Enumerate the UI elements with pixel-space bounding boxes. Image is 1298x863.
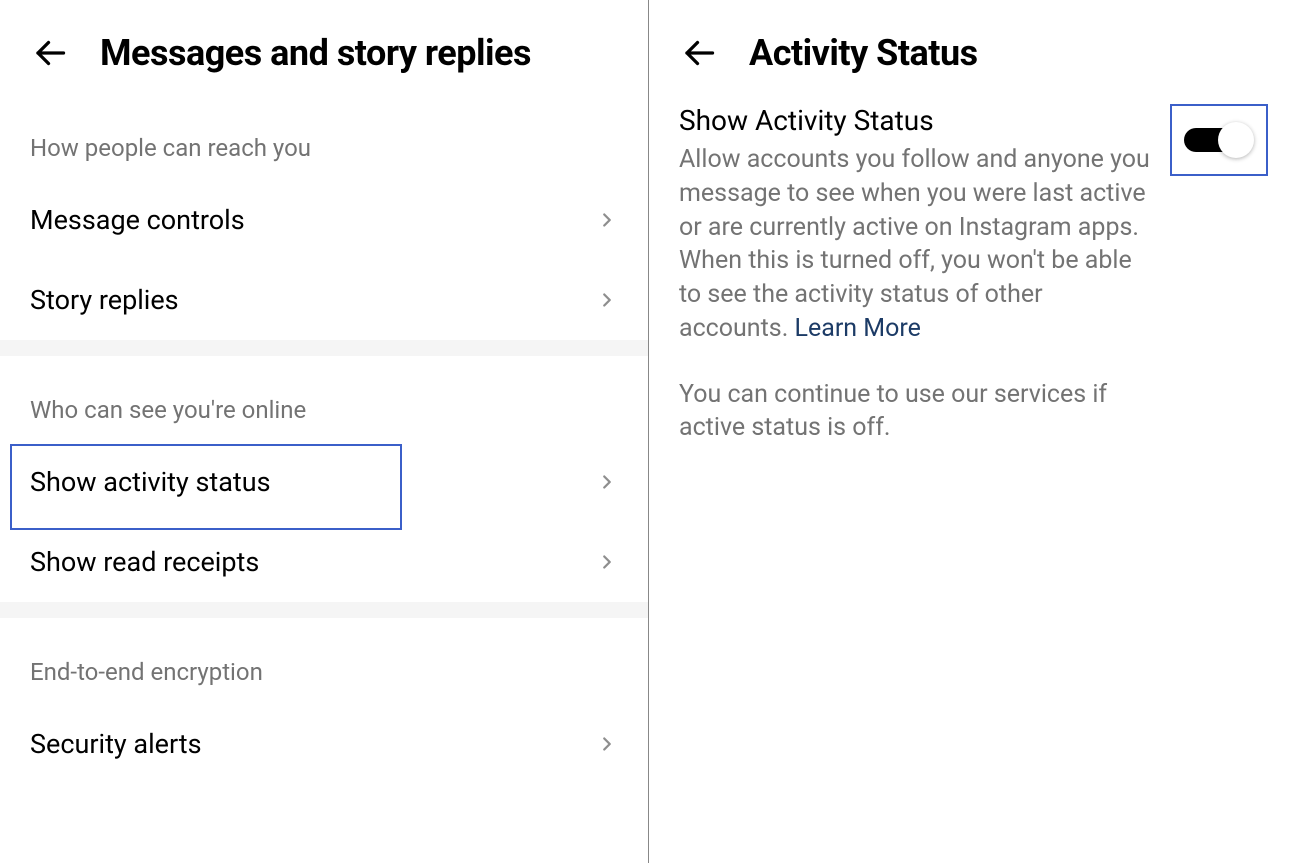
back-button-right[interactable] xyxy=(679,33,719,73)
activity-status-panel: Activity Status Show Activity Status All… xyxy=(649,0,1298,863)
right-panel-title: Activity Status xyxy=(749,32,978,74)
menu-item-show-read-receipts[interactable]: Show read receipts xyxy=(0,522,648,602)
menu-item-story-replies[interactable]: Story replies xyxy=(0,260,648,340)
section-divider xyxy=(0,602,648,618)
menu-item-show-activity-status[interactable]: Show activity status xyxy=(0,442,648,522)
messages-settings-panel: Messages and story replies How people ca… xyxy=(0,0,649,863)
section-label-encryption: End-to-end encryption xyxy=(0,618,648,704)
back-button-left[interactable] xyxy=(30,33,70,73)
section-label-online: Who can see you're online xyxy=(0,356,648,442)
chevron-right-icon xyxy=(596,733,618,755)
menu-item-security-alerts[interactable]: Security alerts xyxy=(0,704,648,784)
arrow-left-icon xyxy=(681,35,717,71)
menu-item-label: Security alerts xyxy=(30,728,202,760)
show-activity-status-row: Show Activity Status Allow accounts you … xyxy=(679,104,1268,346)
arrow-left-icon xyxy=(32,35,68,71)
right-header: Activity Status xyxy=(649,0,1298,94)
section-label-reach: How people can reach you xyxy=(0,94,648,180)
left-header: Messages and story replies xyxy=(0,0,648,94)
toggle-thumb xyxy=(1218,122,1254,158)
chevron-right-icon xyxy=(596,551,618,573)
setting-text-block: Show Activity Status Allow accounts you … xyxy=(679,104,1150,346)
setting-title: Show Activity Status xyxy=(679,104,1150,137)
learn-more-link[interactable]: Learn More xyxy=(795,314,921,343)
chevron-right-icon xyxy=(596,471,618,493)
activity-status-content: Show Activity Status Allow accounts you … xyxy=(649,94,1298,445)
menu-item-label: Message controls xyxy=(30,204,245,236)
chevron-right-icon xyxy=(596,289,618,311)
activity-status-toggle[interactable] xyxy=(1184,122,1254,158)
menu-item-message-controls[interactable]: Message controls xyxy=(0,180,648,260)
chevron-right-icon xyxy=(596,209,618,231)
setting-note: You can continue to use our services if … xyxy=(679,378,1169,446)
menu-item-label: Show activity status xyxy=(30,466,271,498)
setting-description: Allow accounts you follow and anyone you… xyxy=(679,143,1150,346)
left-panel-title: Messages and story replies xyxy=(100,32,531,74)
toggle-highlight xyxy=(1170,104,1268,176)
menu-item-label: Show read receipts xyxy=(30,546,259,578)
section-divider xyxy=(0,340,648,356)
menu-item-label: Story replies xyxy=(30,284,179,316)
